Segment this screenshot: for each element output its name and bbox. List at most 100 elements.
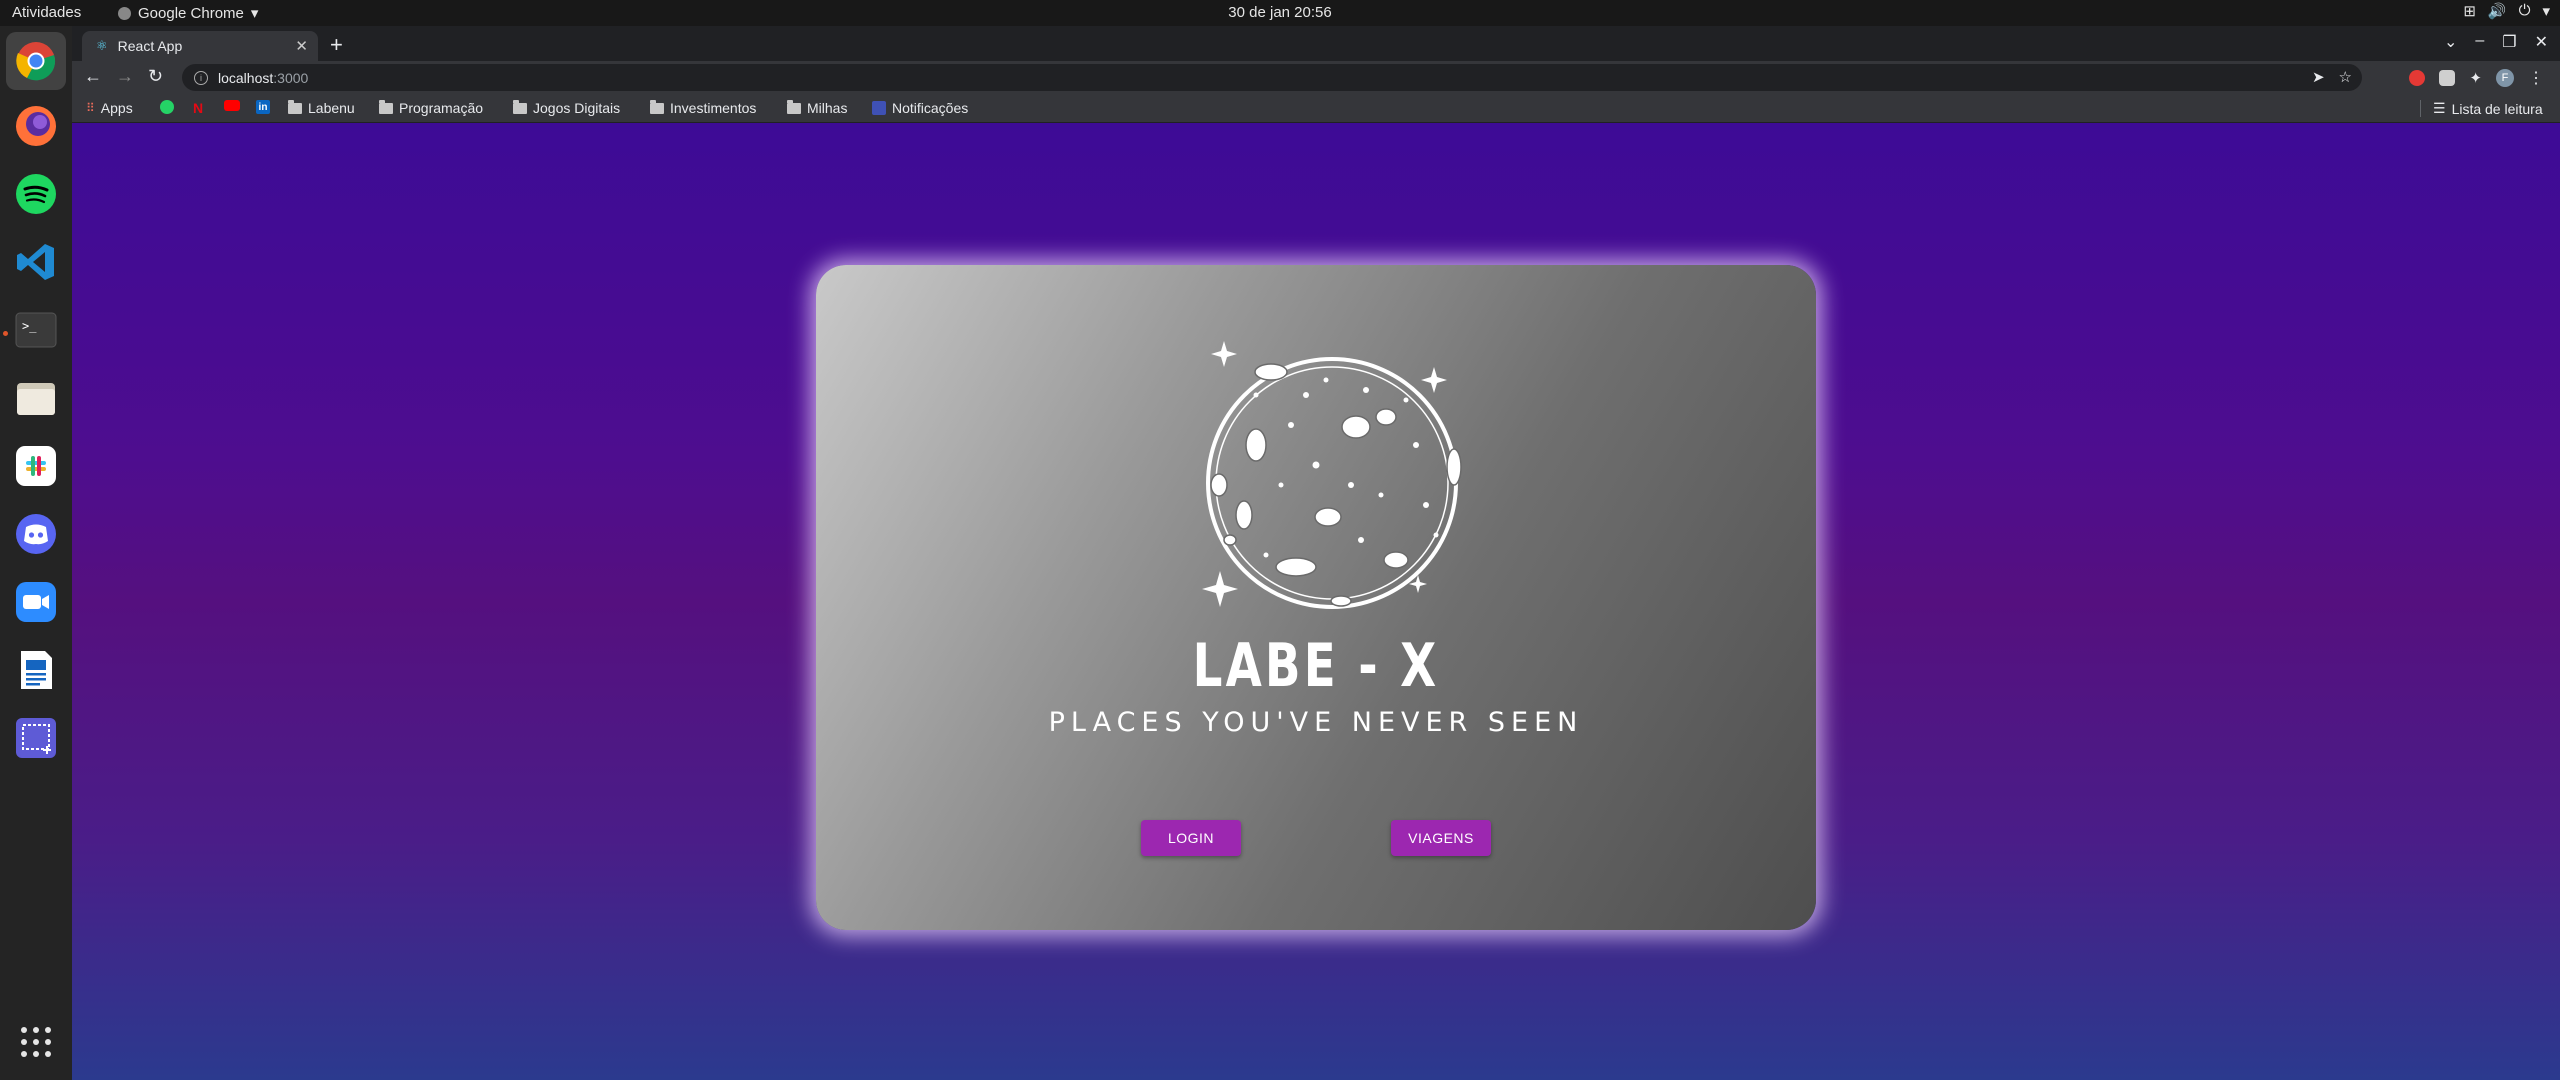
netflix-icon: N — [193, 100, 204, 116]
svg-text:>_: >_ — [22, 319, 37, 333]
bookmark-star-icon[interactable]: ☆ — [2339, 68, 2352, 86]
window-controls: ⌄ – ❐ ✕ — [2444, 32, 2548, 52]
bookmark-label: Investimentos — [670, 100, 757, 116]
folder-icon — [787, 99, 801, 114]
tab-strip: ⚛ React App ✕ + ⌄ – ❐ ✕ — [72, 26, 2560, 61]
reading-list-icon: ☰ — [2433, 100, 2446, 116]
reload-icon[interactable]: ↻ — [148, 66, 163, 87]
bookmark-investimentos[interactable]: Investimentos — [650, 99, 757, 116]
dock-terminal[interactable]: >_ — [12, 306, 60, 354]
dock-spotify[interactable] — [12, 170, 60, 218]
bookmark-label: Apps — [100, 100, 133, 116]
bookmark-jogos-digitais[interactable]: Jogos Digitais — [513, 99, 621, 116]
app-menu-label: Google Chrome — [138, 4, 244, 22]
maximize-icon[interactable]: ❐ — [2502, 32, 2516, 52]
clock[interactable]: 30 de jan 20:56 — [0, 4, 2560, 21]
login-button[interactable]: LOGIN — [1141, 820, 1241, 856]
bookmark-milhas[interactable]: Milhas — [787, 99, 848, 116]
dock-zoom[interactable] — [12, 578, 60, 626]
bookmark-labenu[interactable]: Labenu — [288, 99, 355, 116]
dock-firefox[interactable] — [12, 102, 60, 150]
running-indicator — [3, 331, 8, 336]
bookmark-youtube[interactable] — [224, 100, 240, 111]
chrome-icon — [16, 42, 56, 81]
send-icon[interactable]: ➤ — [2312, 68, 2325, 86]
tab-react-app[interactable]: ⚛ React App ✕ — [82, 31, 318, 61]
bookmark-notificacoes[interactable]: Notificações — [872, 100, 968, 116]
hero-card: LABE - X PLACES YOU'VE NEVER SEEN LOGIN … — [816, 265, 1816, 930]
dock-slack[interactable] — [12, 442, 60, 490]
bookmark-linkedin[interactable]: in — [256, 100, 270, 114]
bookmark-programacao[interactable]: Programação — [379, 99, 484, 116]
grid-icon — [21, 1027, 51, 1057]
dock-vscode[interactable] — [12, 238, 60, 286]
caret-down-icon: ▾ — [250, 5, 259, 22]
app-menu[interactable]: Google Chrome ▾ — [118, 4, 258, 22]
brand-title: LABE - X — [1192, 631, 1440, 701]
dock-files[interactable] — [12, 374, 60, 422]
bookmark-whatsapp[interactable] — [160, 100, 174, 114]
extension-red-icon[interactable] — [2409, 70, 2426, 86]
vscode-icon — [17, 244, 54, 280]
menu-kebab-icon[interactable]: ⋮ — [2528, 68, 2544, 88]
minimize-icon[interactable]: – — [2475, 32, 2484, 52]
site-info-icon[interactable]: i — [194, 70, 208, 85]
web-page: LABE - X PLACES YOU'VE NEVER SEEN LOGIN … — [72, 123, 2560, 1080]
notification-app-icon — [872, 101, 886, 115]
files-icon — [17, 383, 55, 415]
bookmarks-bar: ⠿ Apps N in Labenu Programação Jogos Dig… — [72, 94, 2560, 123]
react-icon: ⚛ — [96, 38, 108, 53]
profile-initial: F — [2501, 72, 2509, 84]
url-port: :3000 — [273, 69, 309, 86]
folder-icon — [513, 99, 527, 114]
bookmark-apps[interactable]: ⠿ Apps — [86, 100, 133, 116]
dock: >_ — [0, 26, 72, 1080]
whatsapp-icon — [160, 100, 174, 114]
youtube-icon — [224, 100, 240, 111]
dock-screenshot[interactable] — [12, 714, 60, 762]
zoom-icon — [16, 582, 56, 622]
discord-icon — [16, 514, 56, 554]
bookmark-label: Milhas — [807, 100, 848, 116]
forward-icon[interactable]: → — [116, 66, 134, 87]
apps-grid-icon: ⠿ — [86, 101, 95, 115]
close-window-icon[interactable]: ✕ — [2535, 32, 2548, 52]
bookmark-netflix[interactable]: N — [193, 100, 203, 116]
system-tray[interactable]: ⊞ 🔊 ⏻ ▾ — [2463, 2, 2550, 20]
system-top-bar: Atividades Google Chrome ▾ 30 de jan 20:… — [0, 0, 2560, 26]
folder-icon — [288, 99, 302, 114]
power-icon: ⏻ — [2518, 2, 2531, 19]
reading-list-label: Lista de leitura — [2451, 100, 2543, 117]
trips-button[interactable]: VIAGENS — [1391, 820, 1491, 856]
moon-logo-icon — [1202, 341, 1462, 609]
dock-writer[interactable] — [12, 646, 60, 694]
tab-title: React App — [117, 38, 183, 54]
bookmark-label: Labenu — [308, 100, 355, 116]
extensions-puzzle-icon[interactable]: ✦ — [2469, 69, 2482, 87]
omnibox-actions: ➤ ☆ — [2312, 68, 2352, 86]
extensions-area: ✦ F ⋮ — [2409, 68, 2544, 88]
profile-avatar[interactable]: F — [2496, 69, 2514, 87]
chrome-icon — [118, 6, 131, 20]
reading-list-button[interactable]: ☰ Lista de leitura — [2420, 100, 2543, 117]
folder-icon — [650, 99, 664, 114]
address-bar[interactable]: i localhost :3000 ➤ ☆ — [182, 64, 2362, 91]
tab-search-icon[interactable]: ⌄ — [2444, 32, 2457, 52]
new-tab-button[interactable]: + — [330, 32, 343, 58]
writer-icon — [21, 651, 52, 689]
brand-tagline: PLACES YOU'VE NEVER SEEN — [1048, 707, 1584, 738]
firefox-icon — [16, 106, 56, 146]
bookmark-label: Jogos Digitais — [533, 100, 621, 116]
screenshot-icon — [16, 718, 56, 758]
show-apps-button[interactable] — [12, 1018, 60, 1066]
extension-gray-icon[interactable] — [2439, 70, 2456, 86]
close-tab-icon[interactable]: ✕ — [295, 37, 308, 55]
folder-icon — [379, 99, 393, 114]
activities-button[interactable]: Atividades — [12, 4, 81, 21]
dock-chrome[interactable] — [6, 32, 66, 90]
browser-toolbar: ← → ↻ i localhost :3000 ➤ ☆ ✦ F ⋮ — [72, 61, 2560, 94]
browser-window: ⚛ React App ✕ + ⌄ – ❐ ✕ ← → ↻ i localhos… — [72, 26, 2560, 1080]
bookmark-label: Programação — [399, 100, 484, 116]
dock-discord[interactable] — [12, 510, 60, 558]
back-icon[interactable]: ← — [84, 66, 102, 87]
